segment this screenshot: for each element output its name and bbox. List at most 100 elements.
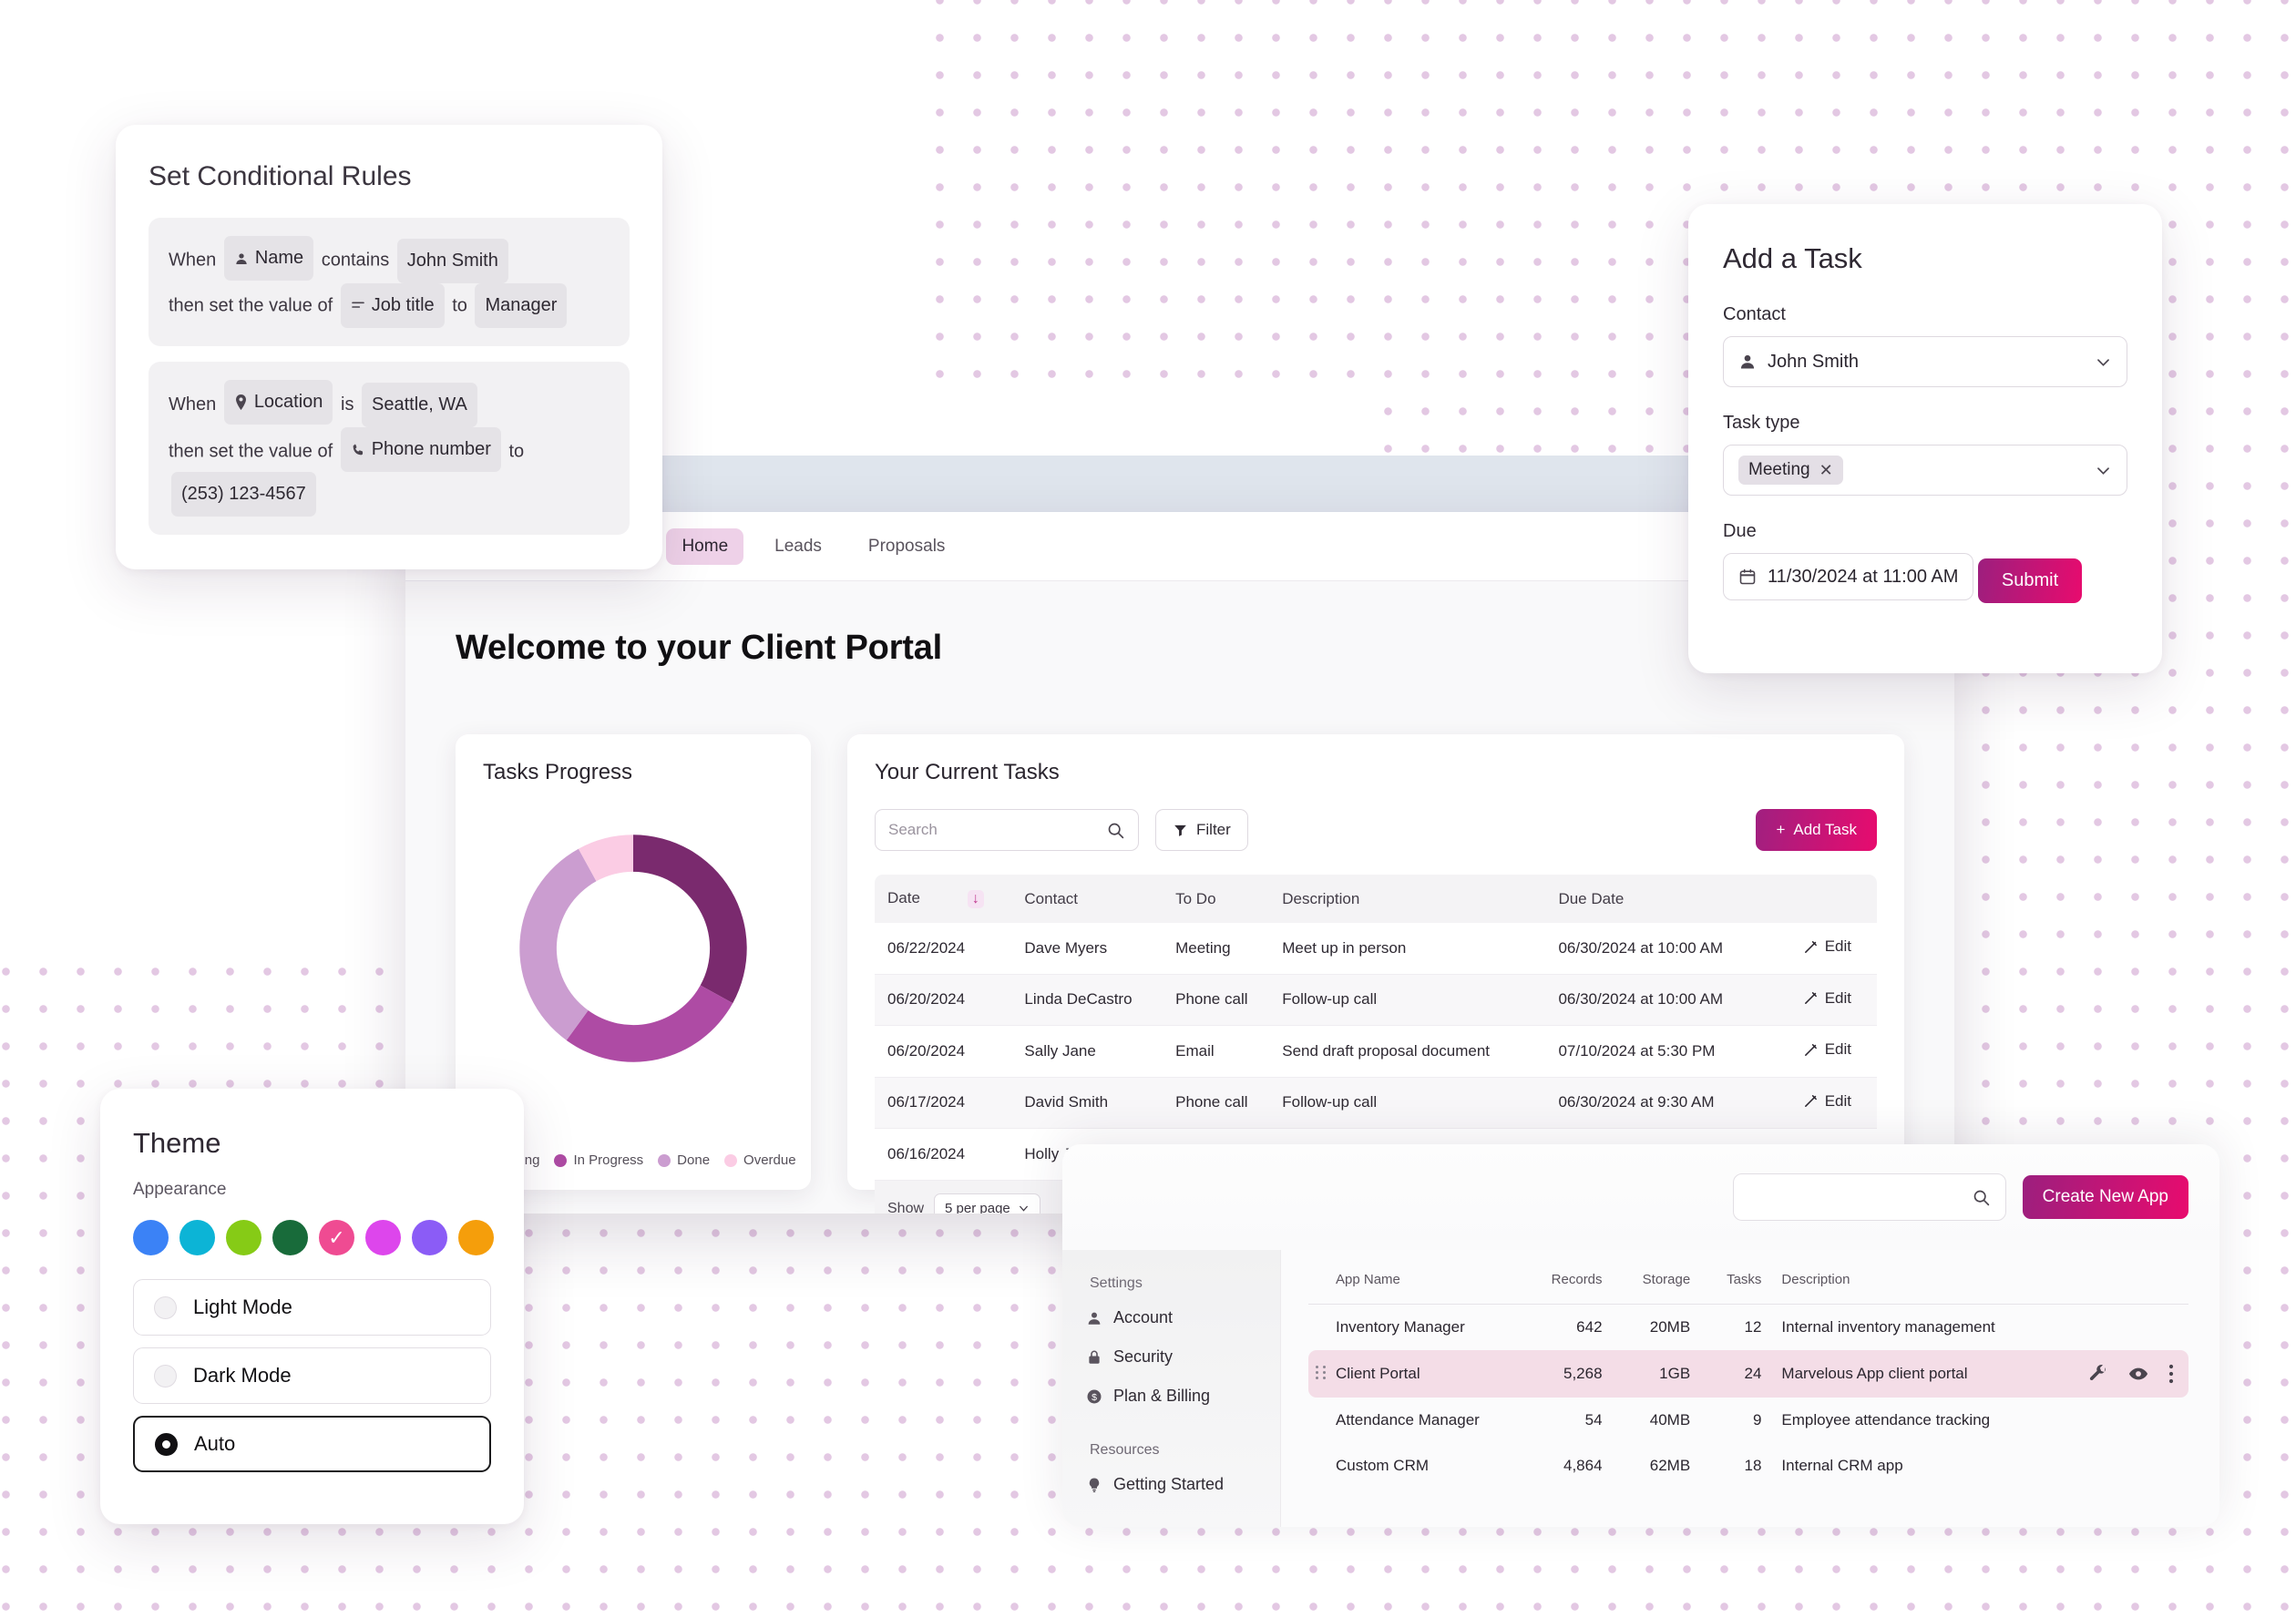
color-swatch-cyan[interactable]	[179, 1220, 215, 1255]
rule-line-when: When Name contains John Smith	[169, 236, 610, 283]
col-due-date[interactable]: Due Date	[1545, 875, 1768, 923]
due-label: Due	[1723, 521, 1757, 541]
to-label: to	[452, 295, 467, 315]
sidebar-item-plan-billing[interactable]: $ Plan & Billing	[1086, 1387, 1280, 1406]
task-description: Follow-up call	[1269, 974, 1546, 1026]
apps-search-input[interactable]	[1748, 1188, 1972, 1206]
then-label: then set the value of	[169, 441, 333, 462]
edit-task-button[interactable]: Edit	[1803, 937, 1851, 956]
col-tasks: Tasks	[1710, 1272, 1782, 1305]
create-new-app-button[interactable]: Create New App	[2022, 1175, 2188, 1219]
search-input[interactable]	[888, 821, 1099, 839]
rule-target-value-chip[interactable]: Manager	[475, 283, 568, 328]
appearance-mode-label: Light Mode	[193, 1295, 292, 1318]
per-page-select[interactable]: 5 per page	[934, 1193, 1040, 1214]
sidebar-item-account[interactable]: Account	[1086, 1308, 1280, 1327]
nav-tab-home[interactable]: Home	[666, 527, 744, 565]
sort-descending-icon[interactable]: ↓	[967, 890, 984, 908]
legend-color-dot	[554, 1153, 568, 1167]
pencil-icon	[1803, 939, 1819, 955]
dollar-icon: $	[1086, 1388, 1102, 1405]
col-date[interactable]: Date ↓	[875, 875, 1012, 923]
edit-task-button[interactable]: Edit	[1803, 1040, 1851, 1059]
apps-admin-window: Create New App Settings Account Security	[1062, 1144, 2219, 1527]
app-description: Internal inventory management	[1781, 1318, 1995, 1336]
when-label: When	[169, 394, 217, 415]
sidebar-item-getting-started[interactable]: Getting Started	[1086, 1475, 1280, 1494]
rule-target-field-chip[interactable]: Job title	[340, 282, 445, 328]
rule-target-field-chip[interactable]: Phone number	[340, 427, 501, 472]
nav-tab-leads[interactable]: Leads	[759, 528, 837, 565]
table-row: 06/17/2024 David Smith Phone call Follow-up…	[875, 1077, 1877, 1129]
edit-task-button[interactable]: Edit	[1803, 1092, 1851, 1111]
task-due: 06/30/2024 at 10:00 AM	[1545, 974, 1768, 1026]
radio-icon[interactable]	[155, 1432, 178, 1456]
legend-color-dot	[658, 1153, 671, 1167]
table-row[interactable]: Attendance Manager 54 40MB 9 Employee attend…	[1308, 1398, 2188, 1443]
rule-field-chip[interactable]: Location	[223, 380, 333, 425]
task-todo: Meeting	[1163, 923, 1270, 975]
color-swatch-dark-green[interactable]	[272, 1220, 308, 1255]
radio-icon[interactable]	[154, 1295, 177, 1319]
task-type-tag-label: Meeting	[1748, 460, 1810, 479]
rule-field-label: Location	[253, 392, 323, 412]
appearance-mode-auto[interactable]: Auto	[133, 1416, 491, 1472]
color-swatch-magenta[interactable]	[365, 1220, 401, 1255]
conditional-rules-panel: Set Conditional Rules When Name contains…	[116, 125, 662, 569]
col-todo[interactable]: To Do	[1163, 875, 1270, 923]
color-swatch-list: ✓	[133, 1220, 494, 1255]
search-icon	[1972, 1188, 1991, 1207]
rule-line-then: then set the value of Job title to Manag…	[169, 282, 610, 328]
app-storage: 62MB	[1649, 1457, 1691, 1474]
color-swatch-orange[interactable]	[458, 1220, 494, 1255]
app-row-actions	[2058, 1398, 2188, 1443]
color-swatch-lime[interactable]	[226, 1220, 261, 1255]
col-date-label: Date	[887, 889, 920, 906]
submit-button[interactable]: Submit	[1977, 558, 2083, 603]
col-description[interactable]: Description	[1269, 875, 1546, 923]
wrench-icon[interactable]	[2088, 1364, 2108, 1384]
color-swatch-blue[interactable]	[133, 1220, 169, 1255]
app-name-label: Attendance Manager	[1336, 1411, 1480, 1429]
drag-handle-icon[interactable]	[1316, 1365, 1327, 1379]
col-app-actions	[2058, 1272, 2188, 1305]
rule-target-value-chip[interactable]: (253) 123-4567	[171, 472, 316, 517]
due-value: 11/30/2024 at 11:00 AM	[1768, 566, 1959, 587]
filter-button[interactable]: Filter	[1155, 809, 1248, 851]
col-app-name: App Name	[1308, 1272, 1531, 1305]
edit-label: Edit	[1824, 1040, 1851, 1058]
more-options-icon[interactable]	[2168, 1364, 2174, 1384]
rule-field-chip[interactable]: Name	[223, 236, 314, 281]
app-name-label: Custom CRM	[1336, 1457, 1430, 1474]
col-contact[interactable]: Contact	[1011, 875, 1163, 923]
per-page-value: 5 per page	[945, 1201, 1010, 1214]
color-swatch-pink[interactable]: ✓	[319, 1220, 354, 1255]
appearance-mode-light-mode[interactable]: Light Mode	[133, 1279, 491, 1336]
rule-value-chip[interactable]: John Smith	[396, 238, 508, 283]
task-type-select[interactable]: Meeting ✕	[1723, 445, 2127, 496]
apps-search-box[interactable]	[1732, 1173, 2006, 1221]
eye-icon[interactable]	[2128, 1364, 2148, 1384]
task-actions: Edit	[1768, 923, 1877, 975]
due-date-input[interactable]: 11/30/2024 at 11:00 AM	[1723, 553, 1974, 600]
table-row[interactable]: Custom CRM 4,864 62MB 18 Internal CRM app	[1308, 1443, 2188, 1489]
current-tasks-card: Your Current Tasks Search Filter + Add T…	[847, 734, 1904, 1214]
table-row[interactable]: Client Portal 5,268 1GB 24 Marvelous App cli…	[1308, 1350, 2188, 1398]
color-swatch-purple[interactable]	[412, 1220, 447, 1255]
page-title: Welcome to your Client Portal	[456, 629, 943, 667]
remove-tag-icon[interactable]: ✕	[1819, 461, 1833, 480]
task-contact: David Smith	[1011, 1077, 1163, 1129]
sidebar-item-security[interactable]: Security	[1086, 1347, 1280, 1367]
appearance-mode-dark-mode[interactable]: Dark Mode	[133, 1347, 491, 1404]
nav-tab-proposals[interactable]: Proposals	[853, 528, 961, 565]
contact-select[interactable]: John Smith	[1723, 336, 2127, 387]
add-task-button[interactable]: + Add Task	[1756, 809, 1877, 851]
app-name-label: Inventory Manager	[1336, 1318, 1465, 1336]
sidebar-group-resources: Resources	[1090, 1442, 1160, 1458]
table-row[interactable]: Inventory Manager 642 20MB 12 Internal inven…	[1308, 1305, 2188, 1351]
rule-value-chip[interactable]: Seattle, WA	[362, 383, 477, 427]
lightbulb-icon	[1086, 1477, 1102, 1493]
edit-task-button[interactable]: Edit	[1803, 989, 1851, 1008]
radio-icon[interactable]	[154, 1364, 177, 1388]
tasks-search-box[interactable]	[875, 809, 1139, 851]
